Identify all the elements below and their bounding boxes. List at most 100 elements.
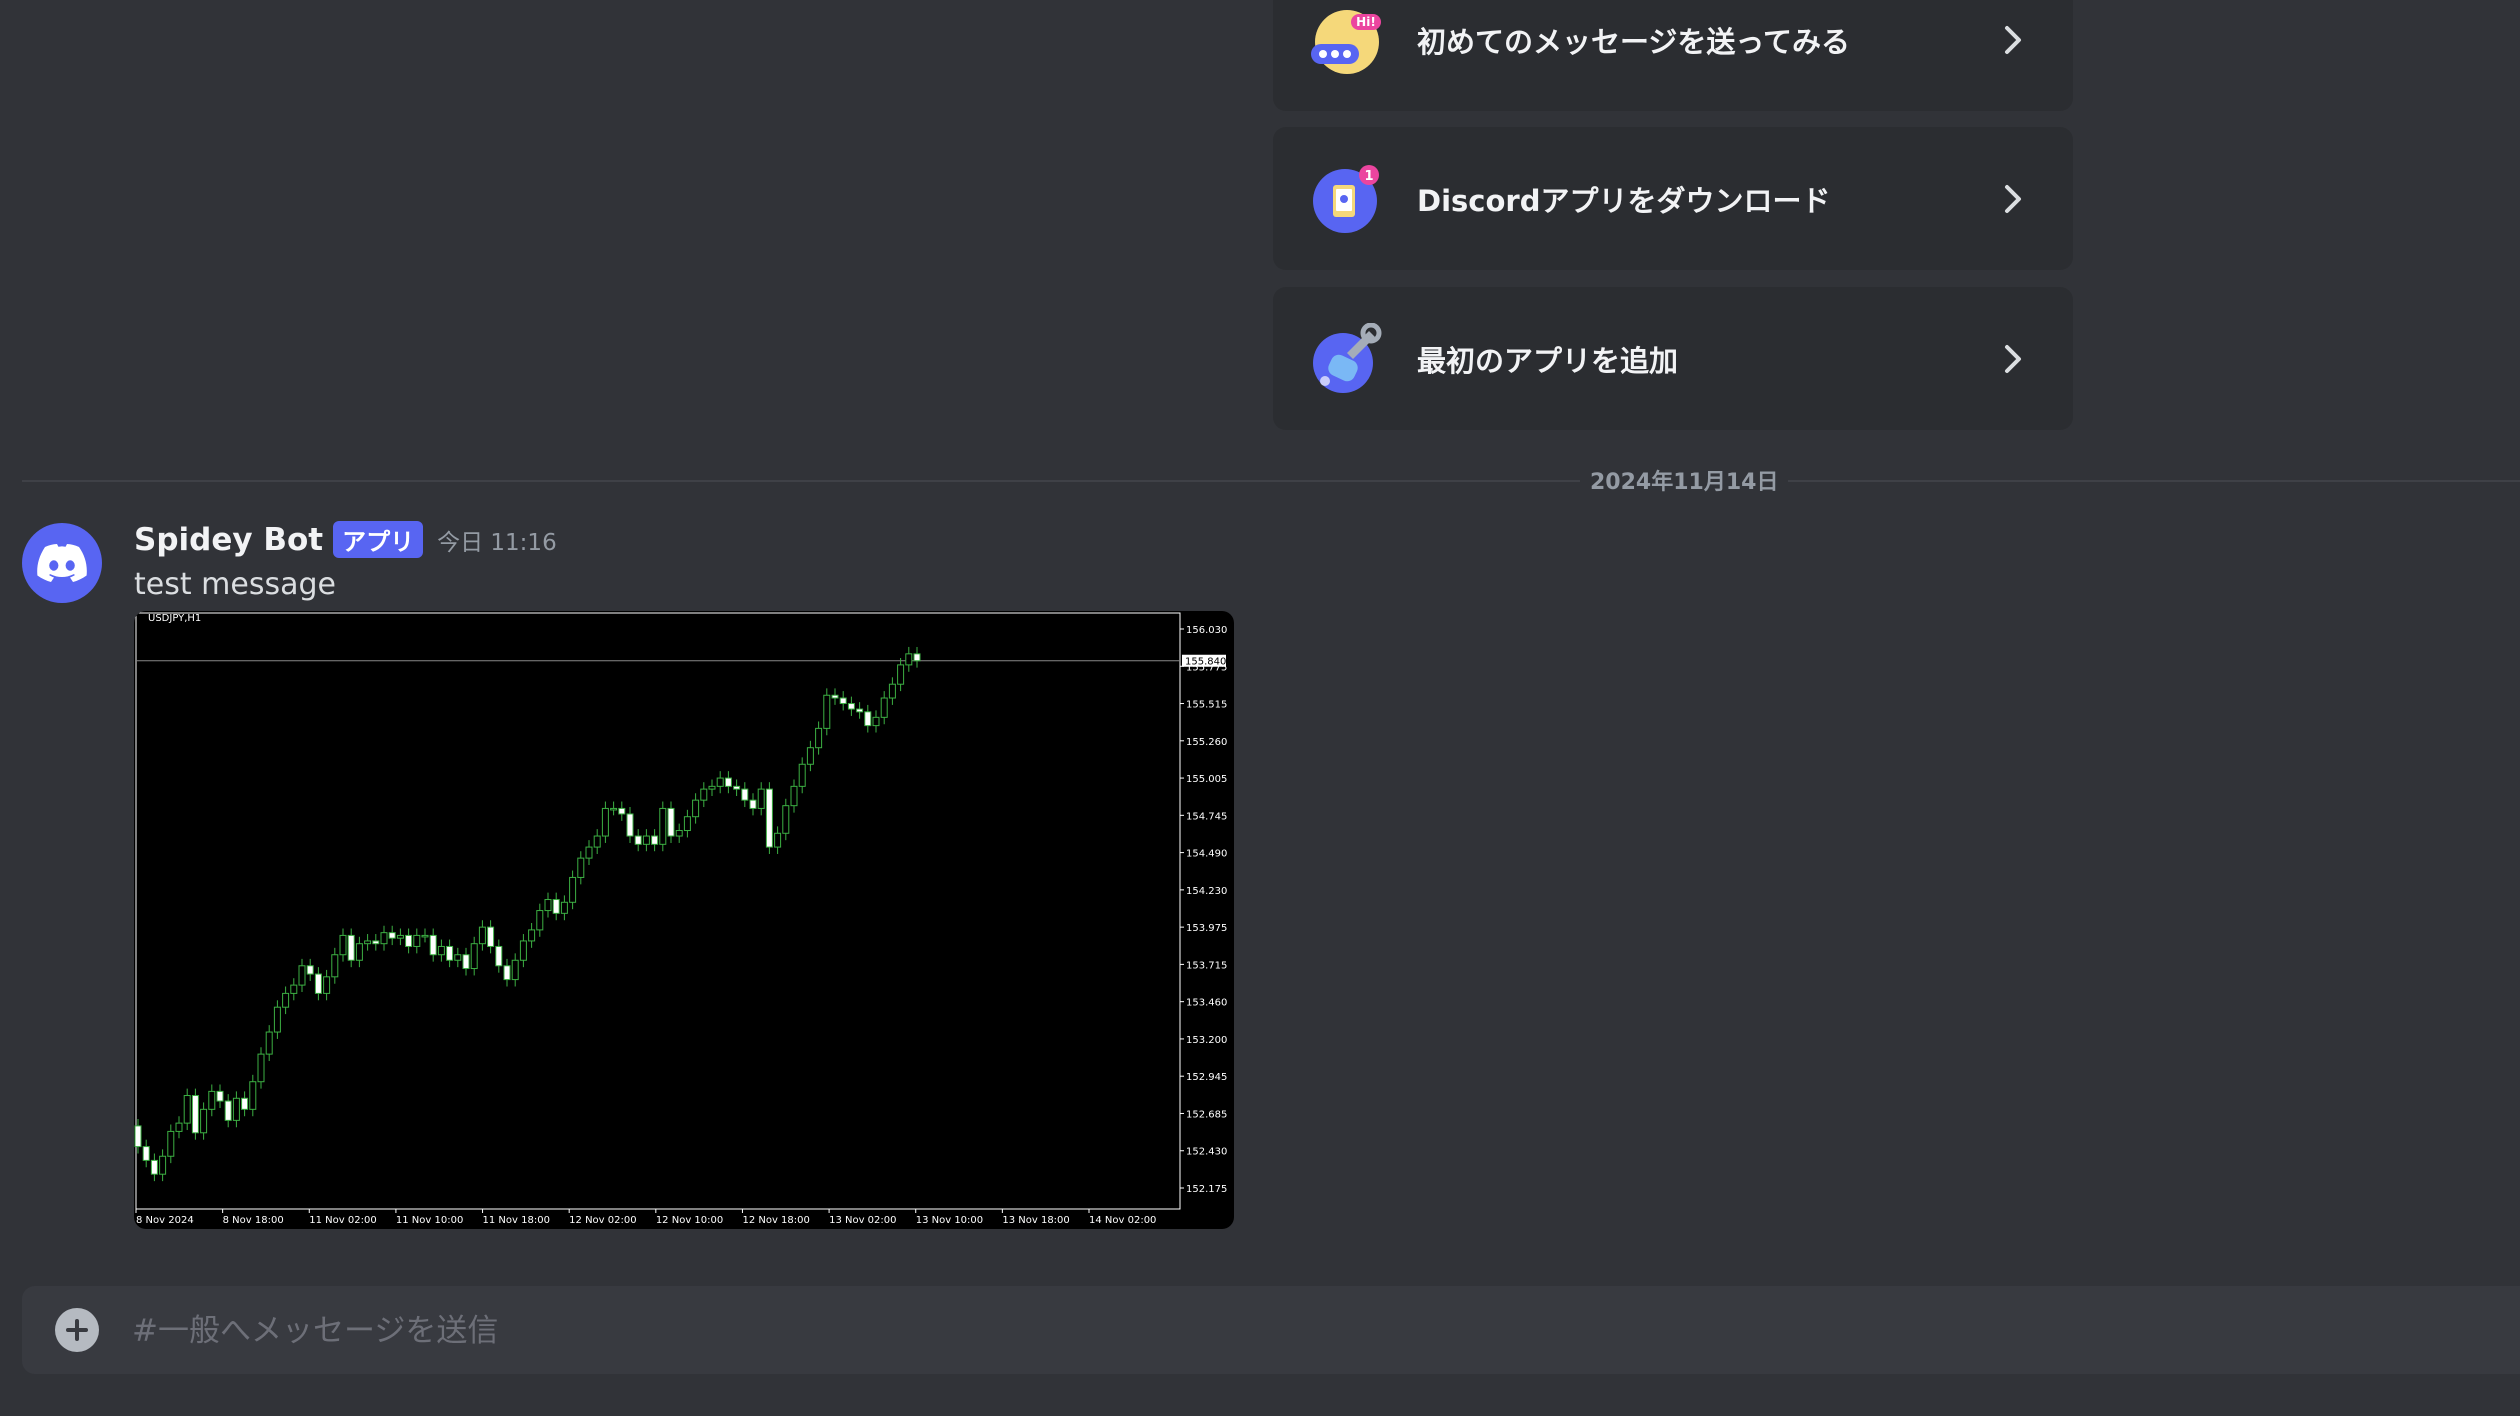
candle-body [150,1159,158,1175]
candle-body [257,1053,265,1083]
candle-body [864,711,872,727]
candle-body [183,1095,191,1124]
candle-body [593,835,601,848]
candle-body [167,1130,175,1157]
plus-icon [66,1319,88,1341]
candle-body [364,940,372,945]
x-tick-label: 11 Nov 02:00 [309,1215,376,1226]
candle-body [626,813,634,837]
candle-body [405,934,413,947]
candle-body [577,857,585,878]
candle-body [601,807,609,837]
candle-body [806,747,814,765]
candle-body [741,788,749,801]
chart-attachment[interactable]: USDJPY,H1 156.030 155.775 155.515 155.260 155… [134,611,1234,1229]
x-tick-label: 8 Nov 2024 [136,1215,194,1226]
x-tick-label: 13 Nov 10:00 [916,1215,983,1226]
candle-body [396,934,404,939]
message-timestamp: 今日 11:16 [437,529,557,556]
onboarding-card-download-app[interactable]: 1 Discordアプリをダウンロード [1273,127,2073,270]
message-composer [22,1286,2520,1374]
candle-body [683,816,691,832]
candle-body [323,976,331,994]
candlestick-chart: USDJPY,H1156.030155.775155.515155.260155… [134,612,1227,1226]
candle-body [897,664,905,685]
date-divider-label: 2024年11月14日 [1580,464,1789,496]
y-tick-label: 152.175 [1186,1184,1227,1195]
candle-body [880,697,888,718]
candle-body [495,945,503,967]
candle-body [700,788,708,801]
candle-body [421,934,429,938]
x-tick-label: 8 Nov 18:00 [223,1215,284,1226]
candle-body [462,954,470,970]
x-tick-label: 12 Nov 10:00 [656,1215,723,1226]
chart-title: USDJPY,H1 [148,613,201,624]
avatar[interactable] [22,523,102,603]
candle-body [355,943,363,961]
candle-body [552,899,560,914]
candle-body [224,1100,232,1121]
x-tick-label: 13 Nov 18:00 [1002,1215,1069,1226]
onboarding-card-add-app[interactable]: 最初のアプリを追加 [1273,287,2073,430]
candle-body [905,653,913,666]
candle-body [134,1125,142,1148]
candle-body [659,807,667,845]
candle-body [519,940,527,961]
candle-body [487,926,495,947]
candle-body [765,788,773,848]
candle-body [790,785,798,807]
x-tick-label: 14 Nov 02:00 [1089,1215,1156,1226]
notification-badge: 1 [1364,169,1373,184]
candle-body [159,1155,167,1175]
y-tick-label: 155.515 [1186,700,1227,711]
candle-body [216,1090,224,1102]
candle-body [429,934,437,956]
current-price-label: 155.840 [1185,657,1226,668]
candle-body [634,835,642,845]
candle-body [831,694,839,699]
y-tick-label: 154.230 [1186,886,1227,897]
candle-body [560,901,568,914]
candle-body [774,832,782,848]
onboarding-card-first-message[interactable]: Hi! 初めてのメッセージを送ってみる [1273,0,2073,111]
y-tick-label: 154.745 [1186,811,1227,822]
candle-body [282,992,290,1008]
wave-chat-icon: Hi! [1311,4,1383,76]
candle-body [749,799,757,809]
y-tick-label: 156.030 [1186,625,1227,636]
phone-download-icon: 1 [1311,163,1383,235]
candle-body [241,1097,249,1110]
y-tick-label: 155.260 [1186,737,1227,748]
candle-body [716,777,724,787]
message-input[interactable] [130,1300,1934,1362]
candle-body [856,708,864,713]
chevron-right-icon [2005,25,2021,54]
candle-body [667,807,675,837]
candle-body [142,1146,150,1161]
candle-body [823,694,831,729]
y-tick-label: 153.460 [1186,998,1227,1009]
candle-body [249,1081,257,1110]
discord-channel-view: Hi! 初めてのメッセージを送ってみる 1 Discordアプリをダウンロード [0,0,2520,1416]
candle-body [585,846,593,859]
candle-body [437,945,445,956]
message-text: test message [134,567,336,602]
candle-body [724,777,732,787]
candle-body [798,763,806,787]
y-tick-label: 153.715 [1186,960,1227,971]
candle-body [232,1097,240,1121]
candle-body [847,703,855,710]
app-badge: アプリ [333,521,424,558]
candle-body [610,807,618,811]
candle-body [782,805,790,834]
candle-body [675,830,683,837]
message-username[interactable]: Spidey Bot [134,522,323,558]
date-divider-line [22,480,2520,482]
candle-body [265,1031,273,1055]
x-tick-label: 12 Nov 18:00 [742,1215,809,1226]
candle-body [454,954,462,961]
y-tick-label: 152.945 [1186,1072,1227,1083]
add-attachment-button[interactable] [55,1308,99,1352]
message-header: Spidey Bot アプリ 今日 11:16 [134,521,557,558]
